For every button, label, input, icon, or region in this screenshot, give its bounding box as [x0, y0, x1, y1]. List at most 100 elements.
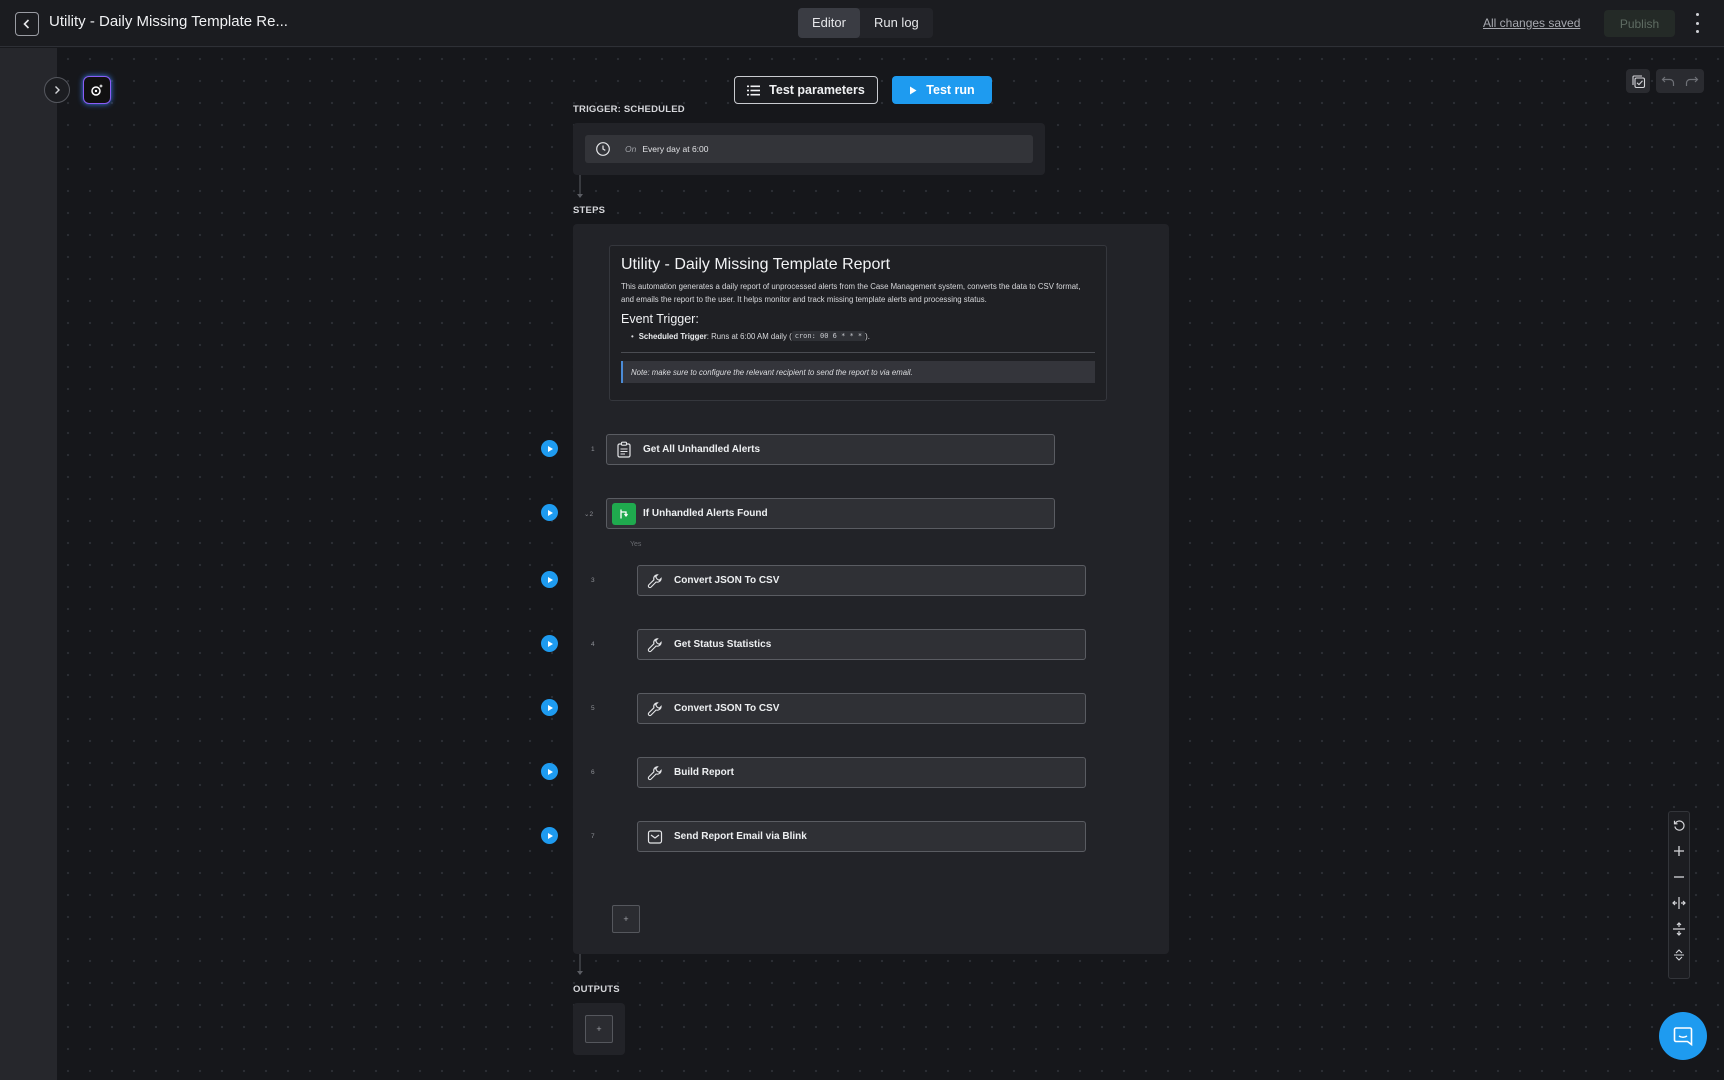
steps-section-label: STEPS — [573, 205, 606, 216]
branch-yes-label: Yes — [630, 541, 642, 548]
run-step-6-button[interactable] — [541, 763, 558, 780]
collapse-expand-button[interactable] — [1668, 942, 1690, 968]
refresh-icon — [1673, 819, 1685, 831]
undo-redo-group — [1656, 69, 1704, 93]
chevron-left-icon — [23, 19, 30, 29]
run-step-2-button[interactable] — [541, 504, 558, 521]
redo-icon — [1685, 76, 1699, 86]
left-rail — [0, 48, 57, 1080]
step-number: 1 — [591, 446, 595, 453]
checkbox-stack-icon — [1631, 74, 1645, 88]
note-bullet-end: ). — [865, 331, 870, 341]
run-step-1-button[interactable] — [541, 440, 558, 457]
outputs-card: + — [573, 1003, 625, 1055]
step-5-card[interactable]: Convert JSON To CSV — [637, 693, 1086, 724]
chat-icon — [1673, 1027, 1693, 1047]
undo-button[interactable] — [1656, 69, 1680, 93]
top-bar: Utility - Daily Missing Template Re... E… — [0, 0, 1724, 47]
clipboard-icon — [612, 439, 636, 461]
expand-panel-button[interactable] — [44, 77, 70, 103]
note-bullet-code: cron: 00 6 * * * — [791, 331, 866, 341]
note-description: This automation generates a daily report… — [621, 282, 1081, 304]
note-bullet: • Scheduled Trigger : Runs at 6:00 AM da… — [631, 331, 870, 341]
more-options-icon[interactable] — [1692, 13, 1702, 33]
wrench-icon — [643, 634, 667, 656]
step-label: If Unhandled Alerts Found — [643, 508, 768, 519]
validate-button[interactable] — [1626, 69, 1650, 93]
save-status-link[interactable]: All changes saved — [1483, 16, 1580, 30]
canvas-tools — [1626, 69, 1704, 93]
ai-sparkle-icon — [91, 84, 103, 96]
step-number: 5 — [591, 705, 595, 712]
schedule-trigger-row[interactable]: On Every day at 6:00 — [585, 135, 1033, 163]
fit-horizontal-button[interactable] — [1668, 890, 1690, 916]
step-label: Convert JSON To CSV — [674, 703, 780, 714]
tab-run-log[interactable]: Run log — [860, 8, 933, 38]
outputs-section-label: OUTPUTS — [573, 984, 620, 995]
trigger-schedule: Every day at 6:00 — [642, 144, 709, 154]
step-2-card[interactable]: If Unhandled Alerts Found — [606, 498, 1055, 529]
list-icon — [747, 85, 761, 95]
note-bullet-text: : Runs at 6:00 AM daily ( — [706, 331, 792, 341]
plus-icon — [1674, 846, 1684, 856]
step-1-card[interactable]: Get All Unhandled Alerts — [606, 434, 1055, 465]
tab-editor[interactable]: Editor — [798, 8, 860, 38]
note-bullet-bold: Scheduled Trigger — [638, 331, 707, 341]
step-number-value: 2 — [589, 511, 594, 518]
test-run-button[interactable]: Test run — [892, 76, 992, 104]
view-tabs: Editor Run log — [798, 8, 933, 38]
minus-icon — [1674, 876, 1684, 878]
reset-view-button[interactable] — [1668, 812, 1690, 838]
step-3-card[interactable]: Convert JSON To CSV — [637, 565, 1086, 596]
run-step-5-button[interactable] — [541, 699, 558, 716]
zoom-out-button[interactable] — [1668, 864, 1690, 890]
test-parameters-button[interactable]: Test parameters — [734, 76, 878, 104]
clock-icon — [596, 142, 610, 156]
zoom-in-button[interactable] — [1668, 838, 1690, 864]
mail-icon — [643, 826, 667, 848]
step-number: 3 — [591, 577, 595, 584]
step-number: 6 — [591, 769, 595, 776]
run-step-4-button[interactable] — [541, 635, 558, 652]
step-6-card[interactable]: Build Report — [637, 757, 1086, 788]
note-divider — [621, 352, 1095, 353]
wrench-icon — [643, 570, 667, 592]
step-label: Convert JSON To CSV — [674, 575, 780, 586]
step-label: Get Status Statistics — [674, 639, 772, 650]
branch-icon — [612, 502, 636, 525]
step-7-card[interactable]: Send Report Email via Blink — [637, 821, 1086, 852]
step-number: 7 — [591, 833, 595, 840]
add-step-button[interactable]: + — [612, 905, 640, 933]
step-label: Build Report — [674, 767, 734, 778]
back-button[interactable] — [15, 12, 39, 36]
chevrons-up-down-icon — [1674, 949, 1684, 961]
redo-button[interactable] — [1680, 69, 1704, 93]
step-label: Send Report Email via Blink — [674, 831, 807, 842]
note-title: Utility - Daily Missing Template Report — [621, 256, 891, 273]
chevron-right-icon — [55, 86, 60, 94]
run-step-3-button[interactable] — [541, 571, 558, 588]
fit-horizontal-icon — [1672, 897, 1686, 909]
add-output-button[interactable]: + — [585, 1015, 613, 1043]
zoom-controls — [1668, 811, 1690, 979]
note-subtitle: Event Trigger: — [621, 312, 699, 326]
test-parameters-label: Test parameters — [769, 83, 865, 97]
wrench-icon — [643, 762, 667, 784]
ai-assistant-button[interactable] — [83, 76, 111, 104]
step-number: 4 — [591, 641, 595, 648]
trigger-on-label: On — [625, 144, 637, 154]
publish-button[interactable]: Publish — [1604, 10, 1675, 37]
step-number: ⌄2 — [584, 510, 593, 518]
note-card[interactable]: Utility - Daily Missing Template Report … — [609, 245, 1107, 401]
trigger-section-label: TRIGGER: SCHEDULED — [573, 104, 685, 115]
note-quote: Note: make sure to configure the relevan… — [621, 361, 1095, 383]
wrench-icon — [643, 698, 667, 720]
undo-icon — [1661, 76, 1675, 86]
play-icon — [910, 86, 917, 94]
trigger-card: On Every day at 6:00 — [573, 123, 1045, 175]
step-label: Get All Unhandled Alerts — [643, 444, 761, 455]
fit-vertical-button[interactable] — [1668, 916, 1690, 942]
run-step-7-button[interactable] — [541, 827, 558, 844]
step-4-card[interactable]: Get Status Statistics — [637, 629, 1086, 660]
chat-support-button[interactable] — [1659, 1012, 1707, 1060]
